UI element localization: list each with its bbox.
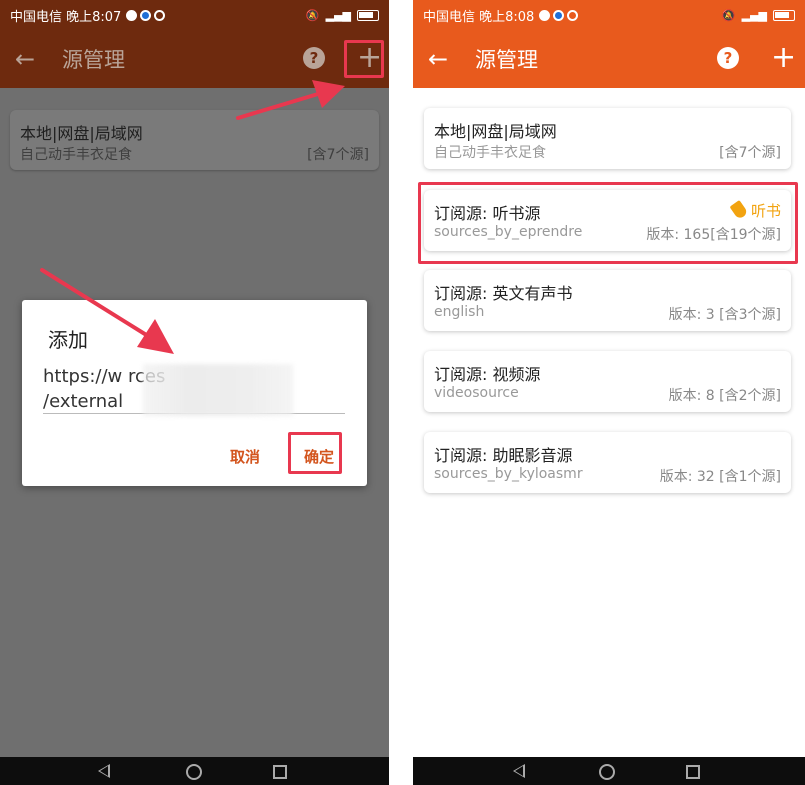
- status-carrier-time: 中国电信 晚上8:08: [423, 9, 535, 25]
- card-subtitle: 自己动手丰衣足食: [20, 147, 132, 163]
- source-url-input[interactable]: https://w rces /external: [43, 364, 345, 416]
- source-card-local[interactable]: 本地|网盘|局域网 自己动手丰衣足食 [含7个源]: [424, 108, 791, 169]
- nav-back-icon[interactable]: [98, 764, 110, 778]
- back-arrow-icon[interactable]: ←: [0, 45, 50, 73]
- signal-icon: ▂▄▆: [741, 8, 767, 22]
- system-nav-bar: [413, 757, 805, 785]
- help-icon[interactable]: ?: [717, 47, 739, 69]
- app-status-icon: [154, 9, 166, 21]
- source-card-local[interactable]: 本地|网盘|局域网 自己动手丰衣足食 [含7个源]: [10, 110, 379, 170]
- mute-icon: 🔕: [305, 8, 320, 22]
- card-subtitle: english: [434, 304, 485, 320]
- card-meta: 版本: 8 [含2个源]: [668, 388, 781, 404]
- nav-back-icon[interactable]: [513, 764, 525, 778]
- tag-label: 听书: [750, 202, 781, 220]
- source-card-video[interactable]: 订阅源: 视频源 videosource 版本: 8 [含2个源]: [424, 351, 791, 412]
- card-title: 订阅源: 视频源: [434, 365, 541, 384]
- card-title: 本地|网盘|局域网: [434, 122, 557, 141]
- card-subtitle: sources_by_kyloasmr: [434, 466, 583, 482]
- status-carrier-time: 中国电信 晚上8:07: [10, 9, 122, 25]
- add-source-dialog: 添加 https://w rces /external 取消 确定: [22, 300, 367, 486]
- card-subtitle: sources_by_eprendre: [434, 224, 583, 240]
- app-status-icon: [567, 9, 579, 21]
- card-meta: 版本: 32 [含1个源]: [659, 469, 781, 485]
- help-icon[interactable]: ?: [303, 47, 325, 69]
- back-arrow-icon[interactable]: ←: [413, 45, 463, 73]
- system-nav-bar: [0, 757, 389, 785]
- tag-icon: [729, 200, 749, 220]
- status-bar: 中国电信 晚上8:07 🔕 ▂▄▆: [0, 0, 389, 30]
- source-card-sleep[interactable]: 订阅源: 助眠影音源 sources_by_kyloasmr 版本: 32 [含…: [424, 432, 791, 493]
- category-tag: 听书: [729, 200, 781, 221]
- app-bar: ← 源管理 ? +: [0, 30, 389, 88]
- battery-icon: [773, 9, 795, 21]
- source-card-english[interactable]: 订阅源: 英文有声书 english 版本: 3 [含3个源]: [424, 270, 791, 331]
- page-title: 源管理: [475, 48, 538, 72]
- app-status-icon: [539, 9, 551, 21]
- app-status-icon: [140, 9, 152, 21]
- card-title: 订阅源: 助眠影音源: [434, 446, 573, 465]
- status-right-icons: 🔕 ▂▄▆: [722, 9, 795, 22]
- source-card-audiobook[interactable]: 订阅源: 听书源 听书 sources_by_eprendre 版本: 165[…: [424, 190, 791, 251]
- add-source-icon[interactable]: +: [771, 43, 796, 73]
- nav-recents-icon[interactable]: [273, 765, 287, 779]
- mute-icon: 🔕: [721, 8, 736, 22]
- card-title: 订阅源: 英文有声书: [434, 284, 573, 303]
- page-title: 源管理: [62, 48, 125, 72]
- dialog-title: 添加: [48, 328, 88, 352]
- signal-icon: ▂▄▆: [325, 8, 351, 22]
- screenshot-canvas: 中国电信 晚上8:07 🔕 ▂▄▆ ← 源管理 ? + 本地|网盘|局域网 自己…: [0, 0, 805, 785]
- status-icons: [539, 9, 579, 21]
- card-meta: 版本: 165[含19个源]: [646, 227, 781, 243]
- card-meta: [含7个源]: [719, 145, 781, 161]
- cancel-button[interactable]: 取消: [230, 446, 260, 467]
- card-meta: 版本: 3 [含3个源]: [668, 307, 781, 323]
- redaction-blur: [143, 364, 293, 416]
- status-icons: [126, 9, 166, 21]
- app-bar: ← 源管理 ? +: [413, 30, 805, 88]
- card-title: 订阅源: 听书源: [434, 204, 541, 223]
- card-subtitle: 自己动手丰衣足食: [434, 145, 546, 161]
- card-title: 本地|网盘|局域网: [20, 124, 143, 143]
- confirm-button[interactable]: 确定: [304, 446, 334, 467]
- add-source-icon[interactable]: +: [357, 43, 382, 73]
- phone-screen-left: 中国电信 晚上8:07 🔕 ▂▄▆ ← 源管理 ? + 本地|网盘|局域网 自己…: [0, 0, 389, 785]
- nav-home-icon[interactable]: [186, 764, 202, 780]
- card-meta: [含7个源]: [307, 147, 369, 163]
- card-subtitle: videosource: [434, 385, 519, 401]
- nav-home-icon[interactable]: [599, 764, 615, 780]
- status-right-icons: 🔕 ▂▄▆: [306, 9, 379, 22]
- phone-screen-right: 中国电信 晚上8:08 🔕 ▂▄▆ ← 源管理 ? + 本地|网盘|局域网 自己…: [413, 0, 805, 785]
- battery-icon: [357, 9, 379, 21]
- nav-recents-icon[interactable]: [686, 765, 700, 779]
- status-bar: 中国电信 晚上8:08 🔕 ▂▄▆: [413, 0, 805, 30]
- app-status-icon: [126, 9, 138, 21]
- app-status-icon: [553, 9, 565, 21]
